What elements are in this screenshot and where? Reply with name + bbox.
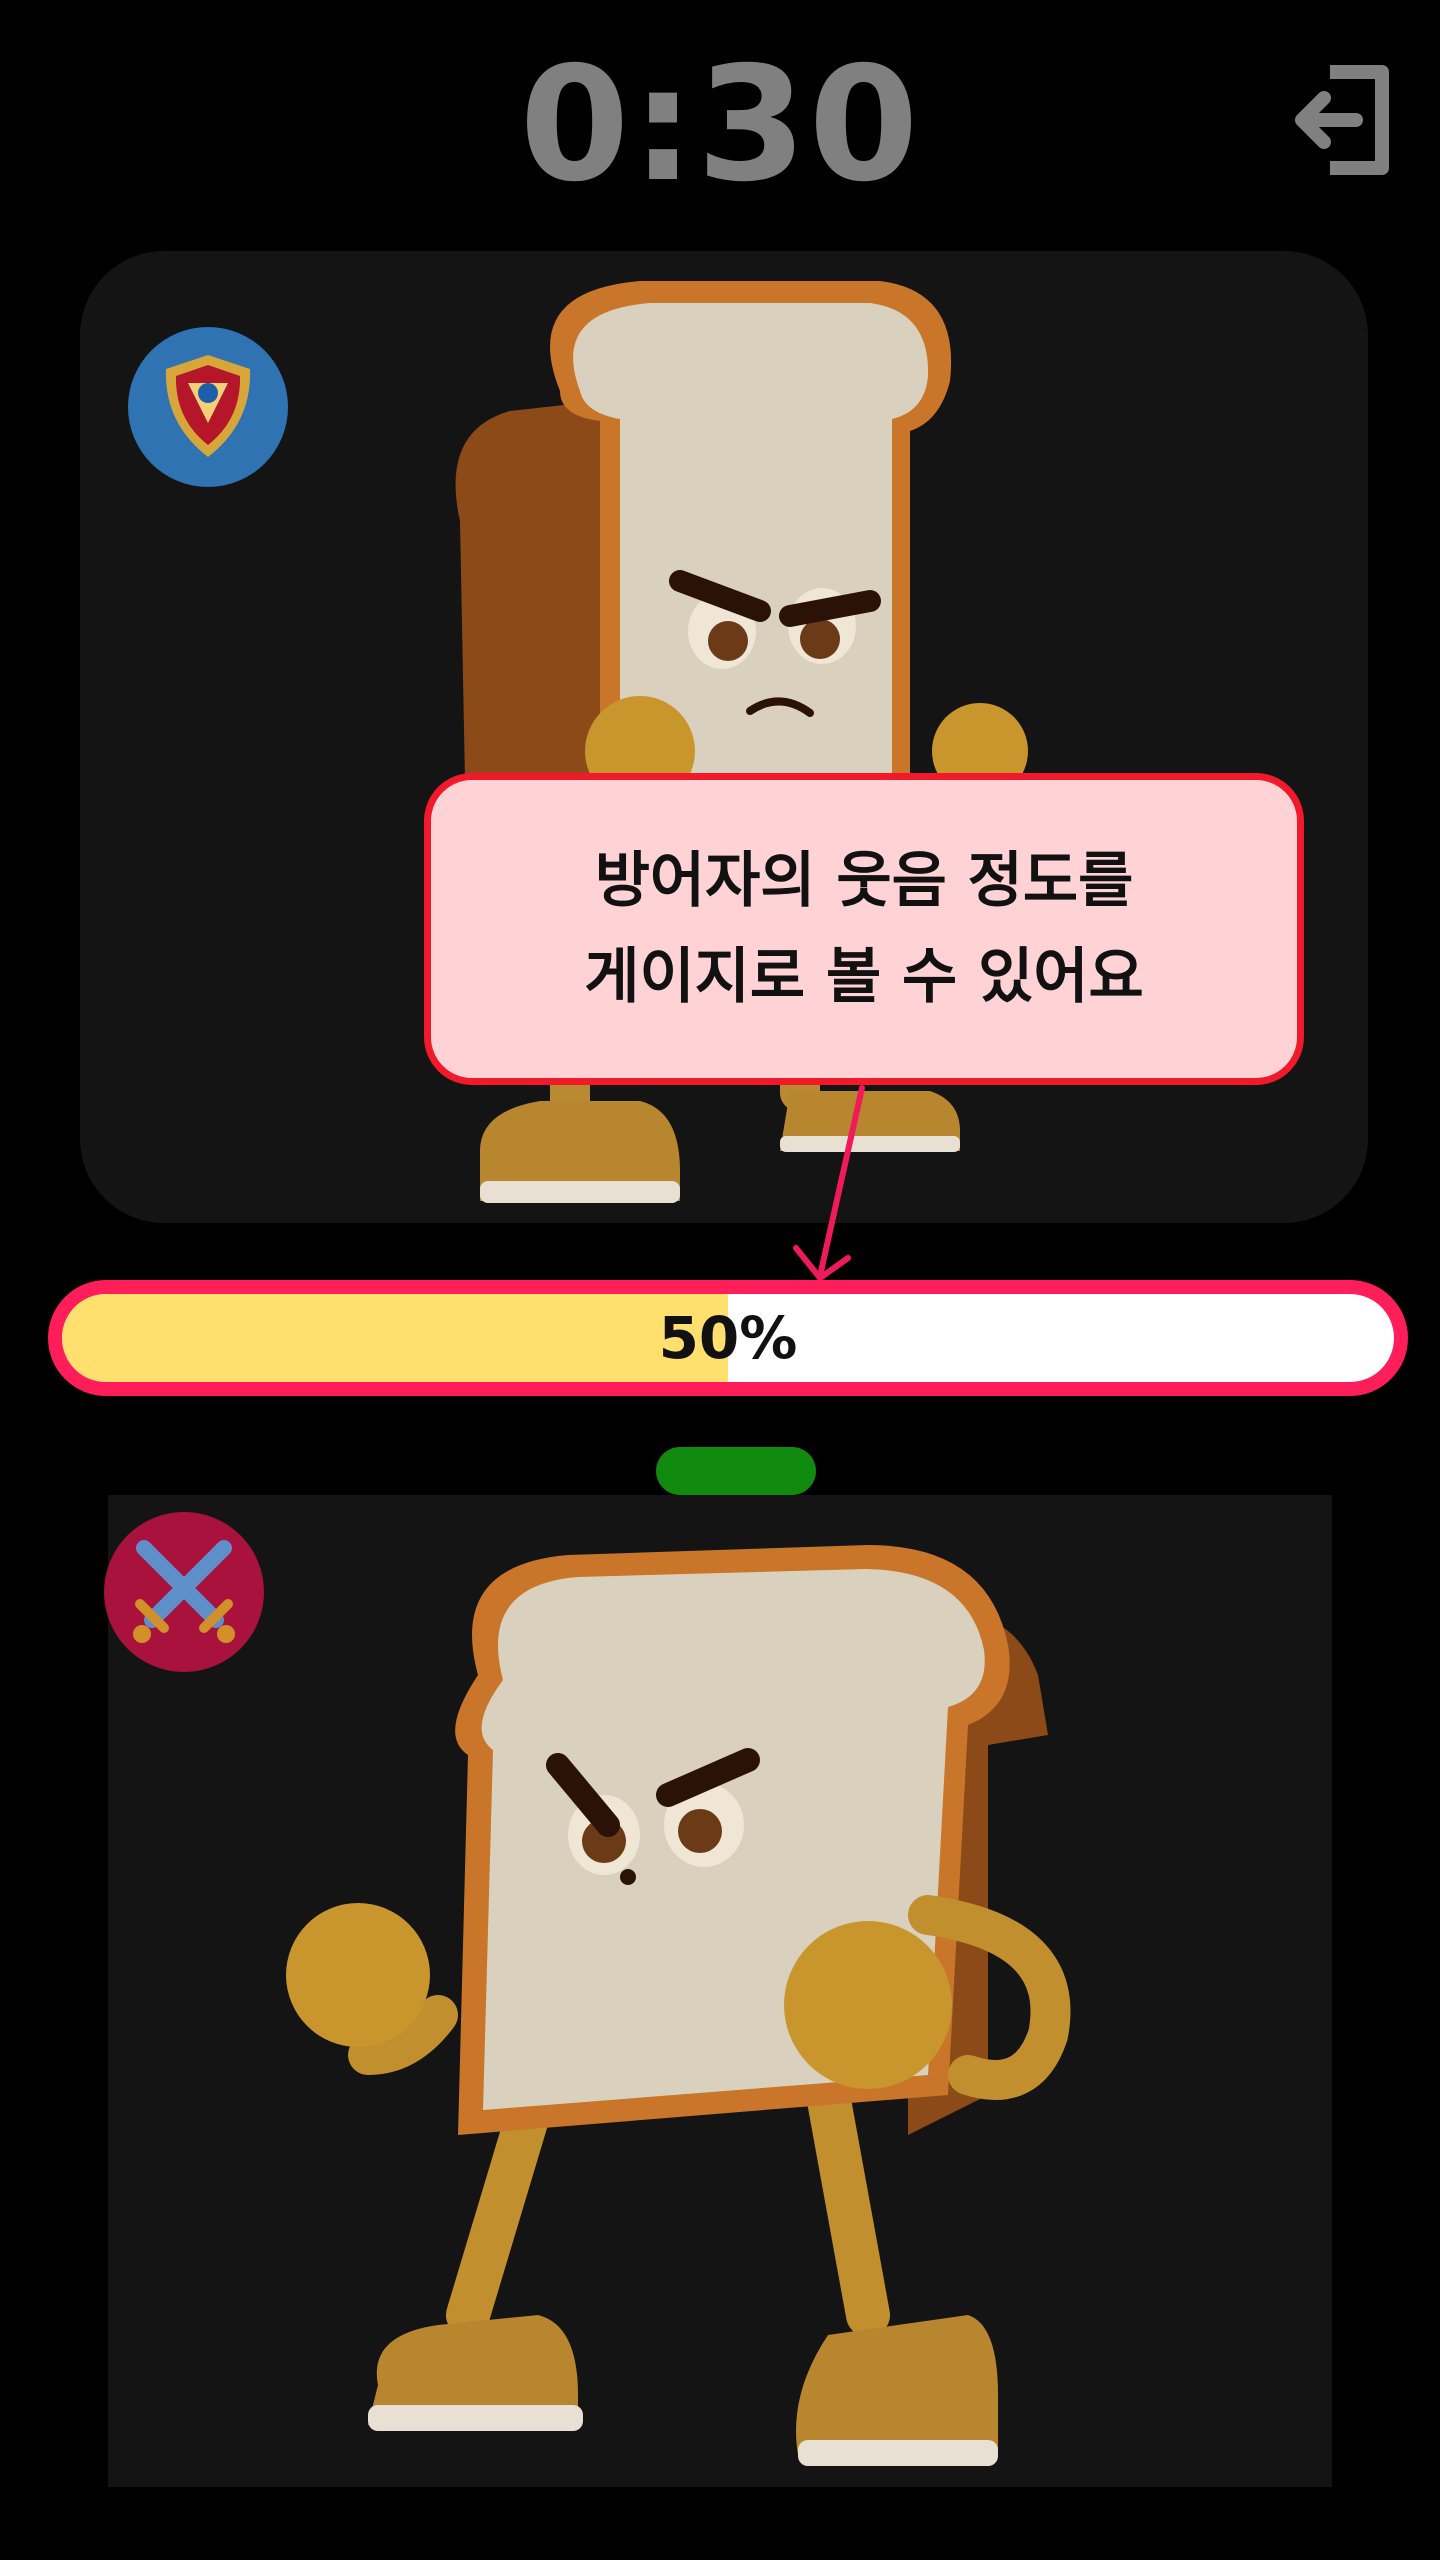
shield-icon xyxy=(165,355,251,457)
tooltip-line-2: 게이지로 볼 수 있어요 xyxy=(584,942,1144,1012)
tooltip-line-1: 방어자의 웃음 정도를 xyxy=(594,846,1134,916)
tutorial-tooltip: 방어자의 웃음 정도를 게이지로 볼 수 있어요 xyxy=(424,773,1304,1085)
crossed-swords-icon xyxy=(133,1540,235,1643)
attacker-card xyxy=(108,1495,1332,2487)
exit-icon xyxy=(1295,65,1389,175)
game-screen: 0:30 방어자의 웃음 정도를 게이지로 볼 수 있어요 50% xyxy=(0,0,1440,2560)
defender-badge xyxy=(128,327,288,487)
countdown-timer: 0:30 xyxy=(519,33,921,217)
panel-drag-handle[interactable] xyxy=(656,1447,816,1495)
exit-button[interactable] xyxy=(1282,64,1394,176)
attacker-bread-image xyxy=(286,1545,1071,2466)
gauge-track: 50% xyxy=(62,1294,1394,1382)
attacker-badge xyxy=(104,1512,264,1672)
gauge-percent-label: 50% xyxy=(658,1304,798,1372)
laugh-gauge: 50% xyxy=(48,1280,1408,1396)
